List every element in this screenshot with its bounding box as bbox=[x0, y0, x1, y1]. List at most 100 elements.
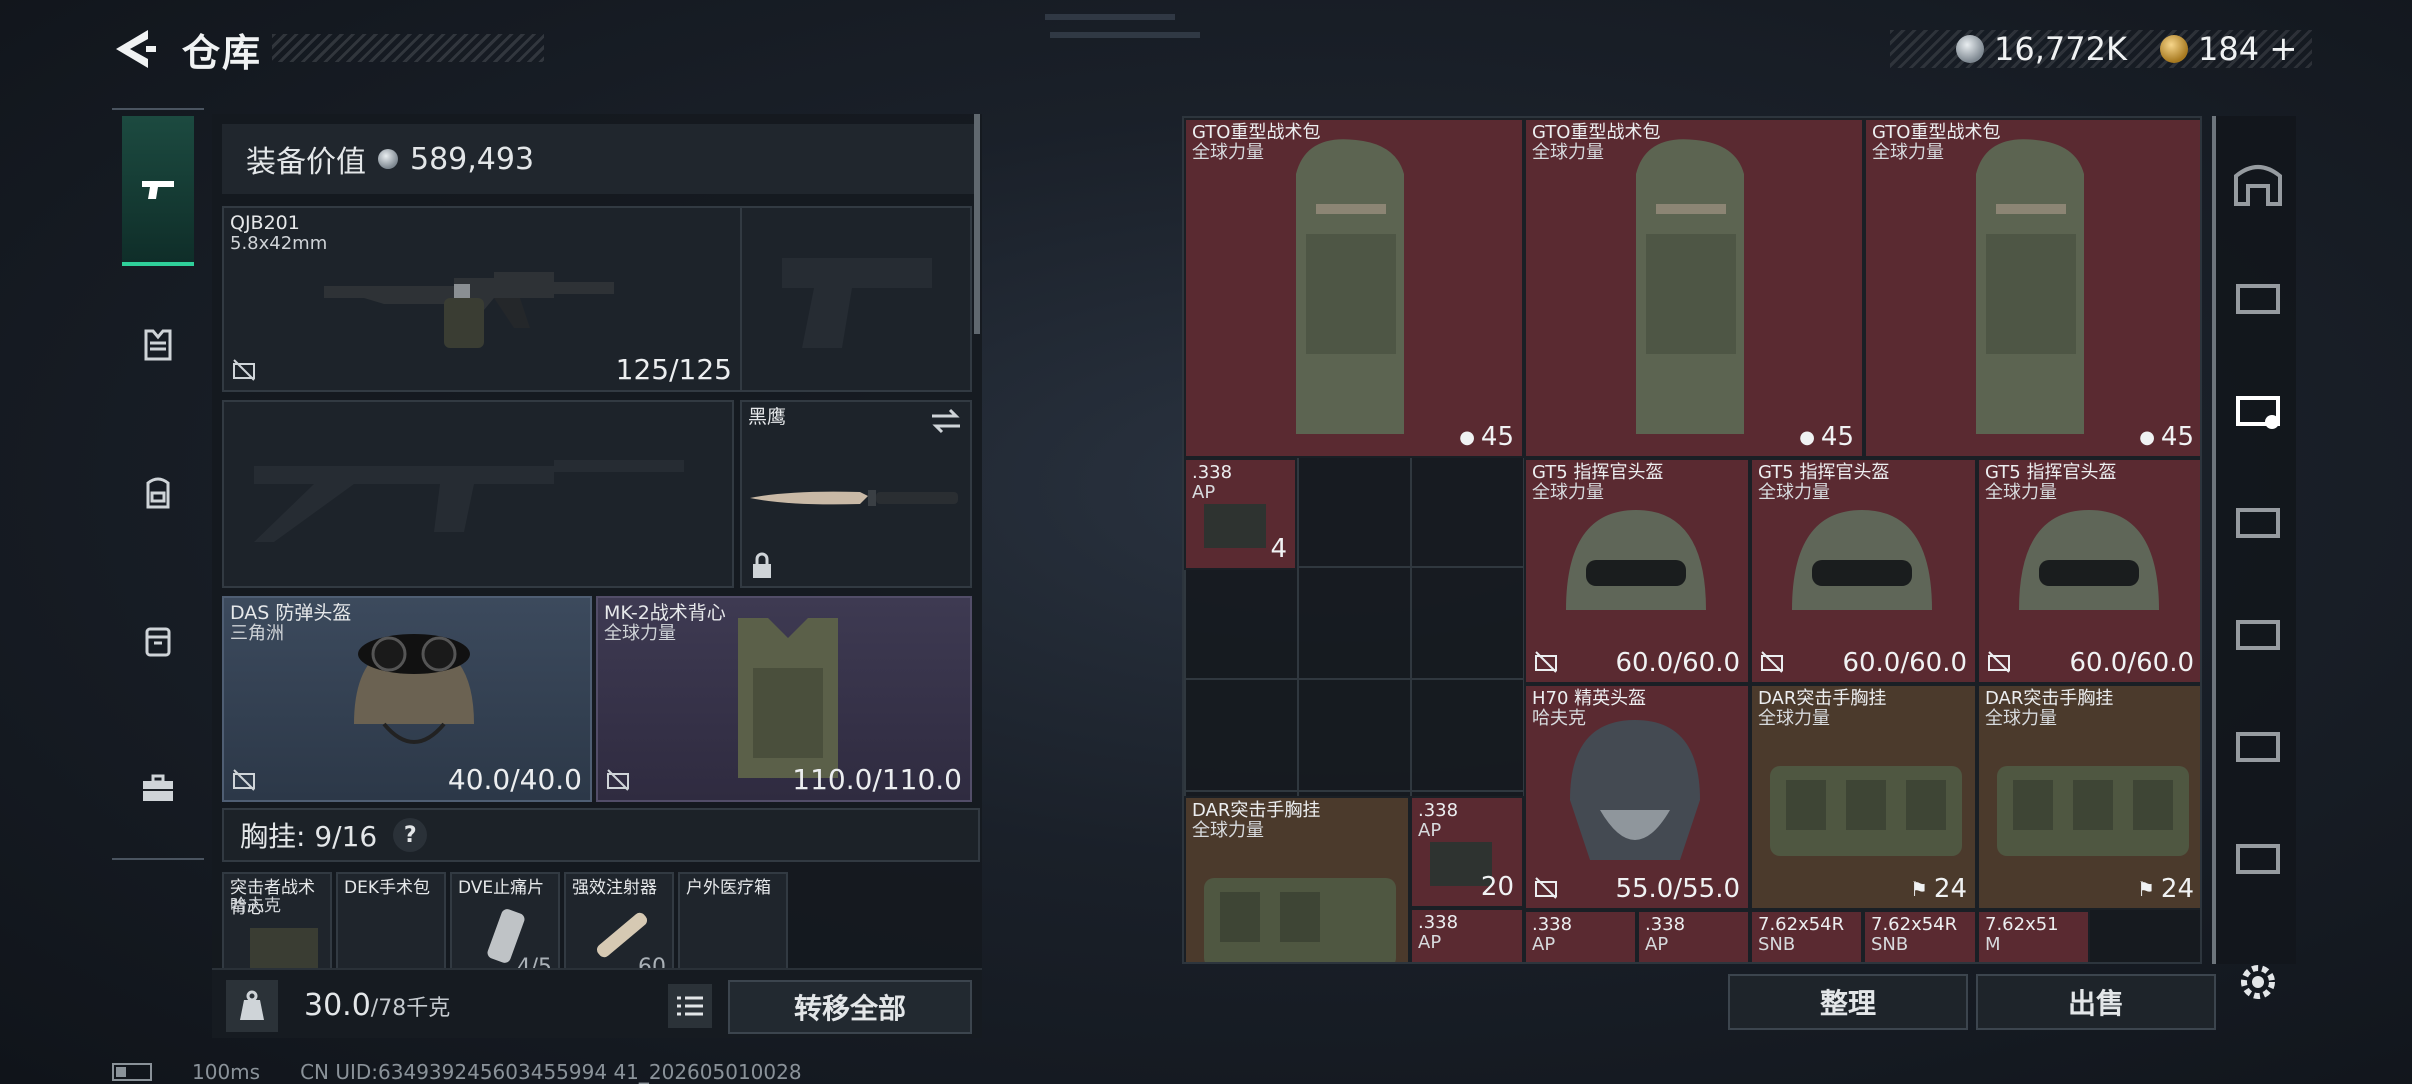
settings-gear-icon[interactable] bbox=[2234, 958, 2282, 1006]
item-faction: 全球力量 bbox=[1192, 820, 1264, 841]
item-faction: 哈夫克 bbox=[230, 896, 281, 916]
primary-weapon-slot[interactable]: QJB201 5.8x42mm 125/125 bbox=[222, 206, 742, 392]
equipment-value-label: 装备价值 bbox=[246, 145, 366, 180]
storage-item-ammo[interactable]: 7.62x54R SNB bbox=[1863, 910, 1977, 962]
storage-tab-all[interactable] bbox=[2228, 152, 2288, 212]
storage-item-chest-rig[interactable]: DAR突击手胸挂 全球力量 ⚑ 24 bbox=[1750, 684, 1977, 910]
background-light bbox=[1050, 32, 1200, 38]
item-name: .338 bbox=[1418, 800, 1459, 821]
armor-faction: 全球力量 bbox=[604, 623, 676, 644]
pistol-slot[interactable] bbox=[740, 206, 972, 392]
storage-item-ammo[interactable]: .338 AP 4 bbox=[1184, 458, 1297, 570]
equipment-panel: 装备价值 589,493 QJB201 5.8x42mm 125/125 黑鹰 bbox=[212, 114, 982, 1038]
item-type: SNB bbox=[1758, 934, 1796, 955]
item-name: DAR突击手胸挂 bbox=[1985, 688, 2114, 709]
gold-amount: 184 bbox=[2198, 30, 2260, 68]
armor-slot[interactable]: MK-2战术背心 全球力量 110.0/110.0 bbox=[596, 596, 972, 802]
add-currency-icon[interactable]: + bbox=[2269, 29, 2298, 69]
storage-tab-4[interactable] bbox=[2228, 602, 2288, 662]
sell-button[interactable]: 出售 bbox=[1976, 974, 2216, 1030]
durability-icon bbox=[1761, 651, 1783, 673]
swap-icon[interactable] bbox=[930, 408, 962, 434]
help-icon[interactable]: ? bbox=[393, 818, 428, 852]
pistol-silhouette-icon bbox=[782, 258, 932, 348]
storage-tab-5[interactable] bbox=[2228, 714, 2288, 774]
silver-coin-icon bbox=[1956, 35, 1984, 63]
durability-icon bbox=[607, 769, 629, 791]
back-arrow-icon[interactable] bbox=[110, 22, 160, 76]
melee-slot[interactable]: 黑鹰 bbox=[740, 400, 972, 588]
transfer-all-button[interactable]: 转移全部 bbox=[728, 980, 972, 1034]
storage-item-ammo[interactable]: 7.62x54R SNB bbox=[1750, 910, 1863, 962]
storage-tab-2[interactable] bbox=[2228, 378, 2288, 438]
storage-tab-1[interactable] bbox=[2228, 266, 2288, 326]
item-faction: 全球力量 bbox=[1192, 142, 1264, 163]
helmet-image bbox=[354, 634, 474, 744]
storage-tab-3[interactable] bbox=[2228, 490, 2288, 550]
helmet-image bbox=[1570, 720, 1700, 860]
gold-coin-icon bbox=[2160, 35, 2188, 63]
scrollbar[interactable] bbox=[974, 114, 980, 334]
nav-pouch[interactable] bbox=[122, 566, 194, 716]
item-type: AP bbox=[1532, 934, 1556, 955]
helmet-name: DAS 防弹头盔 bbox=[230, 602, 352, 624]
item-durability: 60.0/60.0 bbox=[2069, 648, 2194, 678]
item-faction: 全球力量 bbox=[1758, 708, 1830, 729]
sort-button[interactable]: 整理 bbox=[1728, 974, 1968, 1030]
item-name: 7.62x54R bbox=[1758, 914, 1845, 935]
storage-item-helmet[interactable]: GT5 指挥官头盔 全球力量 60.0/60.0 bbox=[1977, 458, 2200, 684]
storage-item-helmet[interactable]: H70 精英头盔 哈夫克 55.0/55.0 bbox=[1524, 684, 1750, 910]
storage-item-ammo[interactable]: 7.62x51 M bbox=[1977, 910, 2090, 962]
durability-icon bbox=[1988, 651, 2010, 673]
item-durability: 55.0/55.0 bbox=[1615, 874, 1740, 904]
storage-item-chest-rig[interactable]: DAR突击手胸挂 全球力量 ⚑ 24 bbox=[1977, 684, 2200, 910]
briefcase-icon bbox=[143, 774, 173, 801]
storage-item-backpack[interactable]: GTO重型战术包 全球力量 ● 45 bbox=[1864, 118, 2200, 458]
storage-item-ammo[interactable]: .338 AP 20 bbox=[1410, 796, 1524, 908]
item-name: .338 bbox=[1192, 462, 1233, 483]
storage-tab-6[interactable] bbox=[2228, 826, 2288, 886]
lock-icon bbox=[753, 552, 771, 578]
storage-item-backpack[interactable]: GTO重型战术包 全球力量 ● 45 bbox=[1184, 118, 1524, 458]
storage-box-icon bbox=[2236, 620, 2280, 650]
knife-image bbox=[750, 490, 958, 506]
item-name: 强效注射器 bbox=[572, 878, 657, 898]
nav-case[interactable] bbox=[122, 714, 194, 864]
storage-item-helmet[interactable]: GT5 指挥官头盔 全球力量 60.0/60.0 bbox=[1750, 458, 1977, 684]
item-faction: 全球力量 bbox=[1532, 142, 1604, 163]
list-view-button[interactable] bbox=[668, 984, 712, 1028]
item-count: 4 bbox=[1270, 534, 1287, 564]
nav-backpack[interactable] bbox=[122, 418, 194, 568]
equipment-value: 装备价值 589,493 bbox=[222, 124, 980, 194]
storage-item-chest-rig[interactable]: DAR突击手胸挂 全球力量 bbox=[1184, 796, 1410, 962]
nav-weapons[interactable] bbox=[122, 116, 194, 266]
gold-currency[interactable]: 184 + bbox=[2160, 29, 2298, 69]
chest-rig-label: 胸挂: 9/16 bbox=[240, 820, 378, 853]
storage-item-helmet[interactable]: GT5 指挥官头盔 全球力量 60.0/60.0 bbox=[1524, 458, 1750, 684]
item-name: 7.62x54R bbox=[1871, 914, 1958, 935]
armor-name: MK-2战术背心 bbox=[604, 602, 726, 624]
storage-item-backpack[interactable]: GTO重型战术包 全球力量 ● 45 bbox=[1524, 118, 1864, 458]
nav-armor[interactable] bbox=[122, 270, 194, 420]
storage-box-icon bbox=[2236, 732, 2280, 762]
armor-durability: 110.0/110.0 bbox=[792, 763, 962, 796]
vest-icon bbox=[144, 329, 172, 361]
storage-grid: GTO重型战术包 全球力量 ● 45 GTO重型战术包 全球力量 ● 45 GTO重… bbox=[1182, 116, 2202, 964]
background-light bbox=[1045, 14, 1175, 20]
helmet-slot[interactable]: DAS 防弹头盔 三角洲 40.0/40.0 bbox=[222, 596, 592, 802]
item-type: AP bbox=[1645, 934, 1669, 955]
storage-item-ammo[interactable]: .338 AP bbox=[1410, 908, 1524, 962]
storage-item-ammo[interactable]: .338 AP bbox=[1637, 910, 1750, 962]
secondary-weapon-slot[interactable] bbox=[222, 400, 734, 588]
item-name: 户外医疗箱 bbox=[686, 878, 771, 898]
chest-rig-image bbox=[1997, 766, 2189, 856]
storage-item-ammo[interactable]: .338 AP bbox=[1524, 910, 1637, 962]
storage-tab-nav bbox=[2212, 116, 2296, 964]
battery-icon bbox=[112, 1063, 152, 1081]
item-type: SNB bbox=[1871, 934, 1909, 955]
machine-gun-image bbox=[324, 272, 614, 348]
weight-value: 30.0/78千克 bbox=[304, 988, 451, 1023]
backpack-image bbox=[1296, 139, 1404, 434]
item-count: ● 45 bbox=[1459, 422, 1514, 452]
item-type: M bbox=[1985, 934, 2001, 955]
